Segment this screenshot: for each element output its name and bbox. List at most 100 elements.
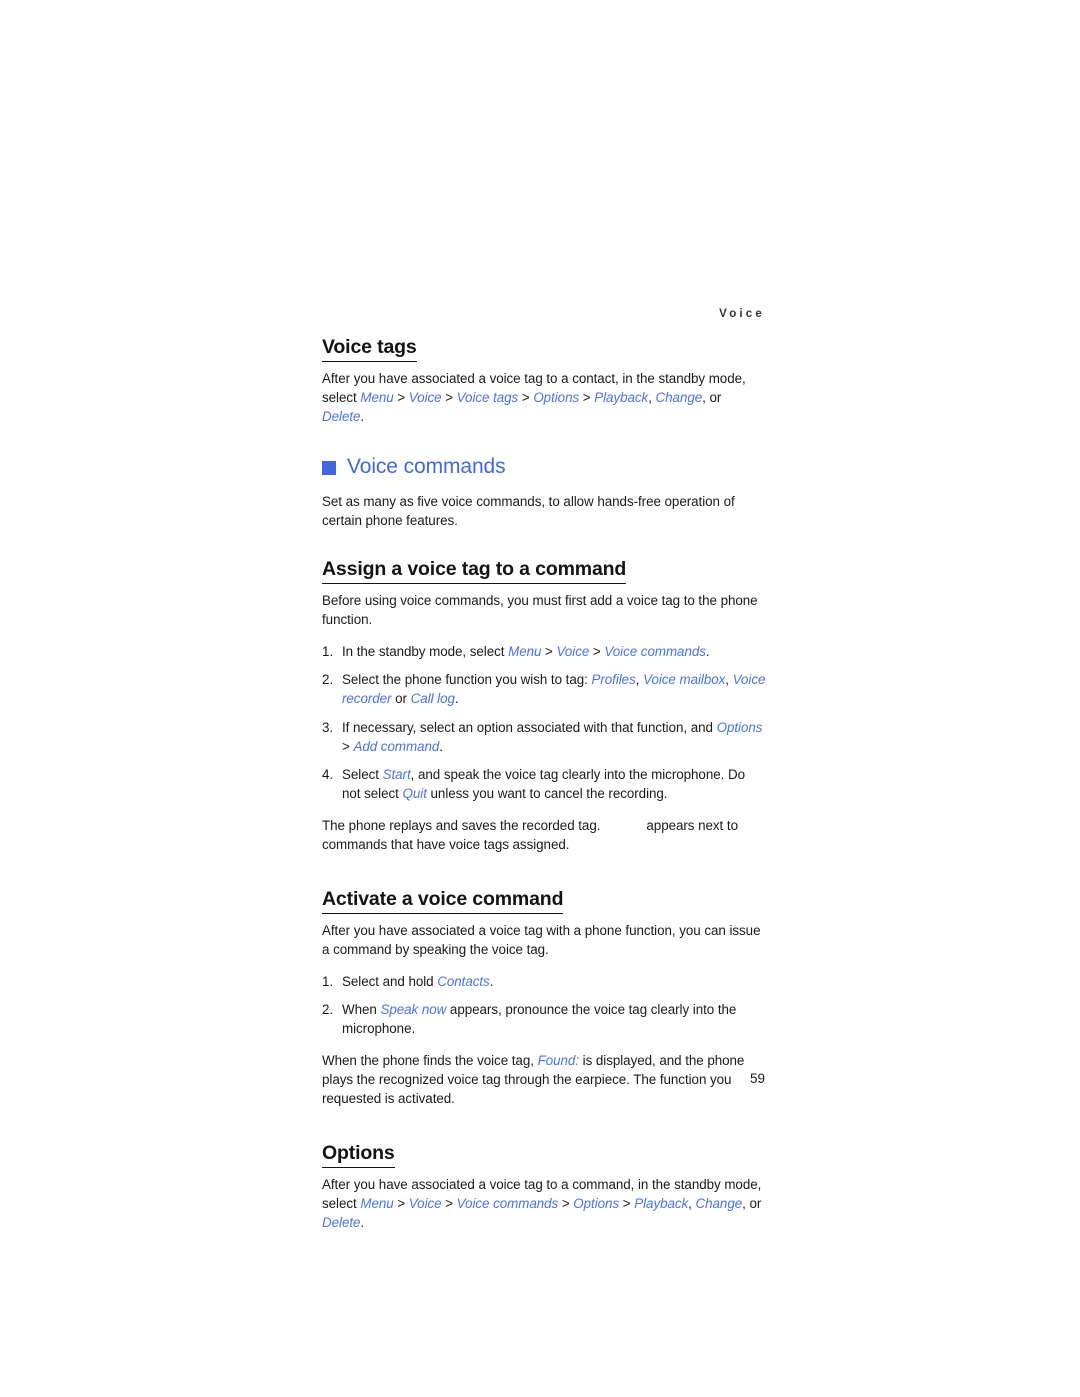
step-text: Select and hold — [342, 973, 438, 989]
path-comma: , — [688, 1195, 696, 1211]
path-delete: Delete — [322, 1215, 361, 1230]
step-sep: , — [635, 672, 644, 688]
options-section: Options — [322, 1142, 766, 1175]
activate-steps-list: 1. Select and hold Contacts. 2. When Speak… — [322, 972, 766, 1038]
assign-intro: Before using voice commands, you must fi… — [322, 593, 758, 628]
path-options: Options — [573, 1195, 620, 1211]
path-sep: > — [579, 390, 595, 406]
voice-tags-section: Voice tags — [322, 336, 766, 369]
assign-outro: The phone replays and saves the recorded… — [322, 816, 766, 854]
list-item: 3. If necessary, select an option associa… — [322, 718, 766, 756]
path-menu: Menu — [360, 1195, 394, 1211]
step-sep: > — [342, 738, 354, 754]
voice-commands-heading-label: Voice commands — [347, 455, 506, 479]
path-voice-tags: Voice tags — [456, 390, 519, 406]
path-sep: > — [518, 390, 534, 406]
path-voice: Voice — [408, 1195, 442, 1211]
list-item: 1. Select and hold Contacts. — [322, 972, 766, 991]
path-sep: > — [441, 1195, 457, 1211]
step-ui-term: Options — [716, 719, 763, 735]
step-number: 4. — [322, 766, 334, 782]
step-ui-term: Quit — [402, 785, 427, 801]
step-text: Select the phone function you wish to ta… — [342, 672, 592, 688]
step-ui-term: Voice commands — [604, 644, 706, 660]
path-sep: > — [441, 390, 457, 406]
activate-intro: After you have associated a voice tag wi… — [322, 922, 761, 957]
assign-steps-list: 1. In the standby mode, select Menu > Voi… — [322, 642, 766, 802]
document-page: Voice Voice tags After you have associat… — [0, 0, 1080, 1397]
path-delete: Delete — [322, 409, 361, 425]
list-item: 2. Select the phone function you wish to … — [322, 670, 766, 708]
step-ui-term: Voice mailbox — [643, 672, 726, 688]
step-period: . — [489, 973, 494, 989]
step-ui-term: Menu — [508, 644, 542, 660]
voice-commands-heading: Voice commands — [322, 454, 766, 479]
step-ui-term: Speak now — [380, 1001, 447, 1017]
running-header: Voice — [719, 308, 765, 320]
path-voice-commands: Voice commands — [456, 1195, 559, 1211]
path-playback: Playback — [634, 1195, 689, 1211]
step-period: . — [705, 644, 710, 660]
activate-section: Activate a voice command — [322, 888, 766, 921]
square-bullet-icon — [322, 460, 336, 475]
path-or: , or — [702, 390, 722, 406]
assign-heading: Assign a voice tag to a command — [322, 558, 626, 585]
options-heading: Options — [322, 1142, 395, 1168]
path-period: . — [360, 409, 365, 425]
step-period: . — [454, 691, 459, 707]
page-number: 59 — [749, 1071, 765, 1086]
step-text: unless you want to cancel the recording. — [426, 785, 668, 801]
step-text: Select — [342, 766, 383, 782]
step-number: 1. — [322, 973, 334, 989]
step-text: In the standby mode, select — [342, 644, 509, 660]
assign-outro-before: The phone replays and saves the recorded… — [322, 817, 601, 833]
found-label: Found: — [537, 1052, 579, 1068]
step-ui-term: Contacts — [437, 973, 490, 989]
list-item: 1. In the standby mode, select Menu > Voi… — [322, 642, 766, 661]
activate-heading: Activate a voice command — [322, 888, 563, 914]
step-sep: , — [725, 672, 733, 688]
activate-outro-pre: When the phone finds the voice tag, — [322, 1052, 538, 1068]
path-sep: > — [558, 1195, 574, 1211]
list-item: 2. When Speak now appears, pronounce the … — [322, 1000, 766, 1038]
path-sep: > — [619, 1195, 635, 1211]
path-change: Change — [655, 390, 703, 406]
step-ui-term: Start — [382, 766, 411, 782]
step-sep: > — [541, 644, 557, 660]
step-text: When — [342, 1001, 381, 1017]
voice-commands-intro: Set as many as five voice commands, to a… — [322, 494, 735, 529]
step-sep: > — [589, 644, 605, 660]
path-or: , or — [742, 1195, 762, 1211]
step-number: 3. — [322, 719, 334, 735]
path-menu: Menu — [360, 390, 394, 406]
path-change: Change — [695, 1195, 743, 1211]
voice-tags-paragraph: After you have associated a voice tag to… — [322, 369, 766, 426]
step-period: . — [439, 738, 443, 754]
path-playback: Playback — [594, 390, 649, 406]
path-sep: > — [393, 390, 409, 406]
assign-section: Assign a voice tag to a command — [322, 558, 766, 591]
path-voice: Voice — [408, 390, 442, 406]
step-text: If necessary, select an option associate… — [342, 719, 717, 735]
path-period: . — [360, 1215, 365, 1230]
step-ui-term: Profiles — [591, 672, 636, 688]
list-item: 4. Select Start, and speak the voice tag … — [322, 765, 766, 803]
step-ui-term: Voice — [556, 644, 590, 660]
voice-tags-heading: Voice tags — [322, 336, 417, 362]
path-sep: > — [393, 1195, 409, 1211]
step-ui-term: Add command — [353, 738, 440, 754]
path-options: Options — [533, 390, 580, 406]
step-number: 2. — [322, 1001, 334, 1017]
options-paragraph: After you have associated a voice tag to… — [322, 1175, 766, 1232]
step-number: 2. — [322, 672, 334, 688]
step-ui-term: Call log — [410, 691, 455, 707]
content-column: Voice tags After you have associated a v… — [322, 336, 766, 1232]
